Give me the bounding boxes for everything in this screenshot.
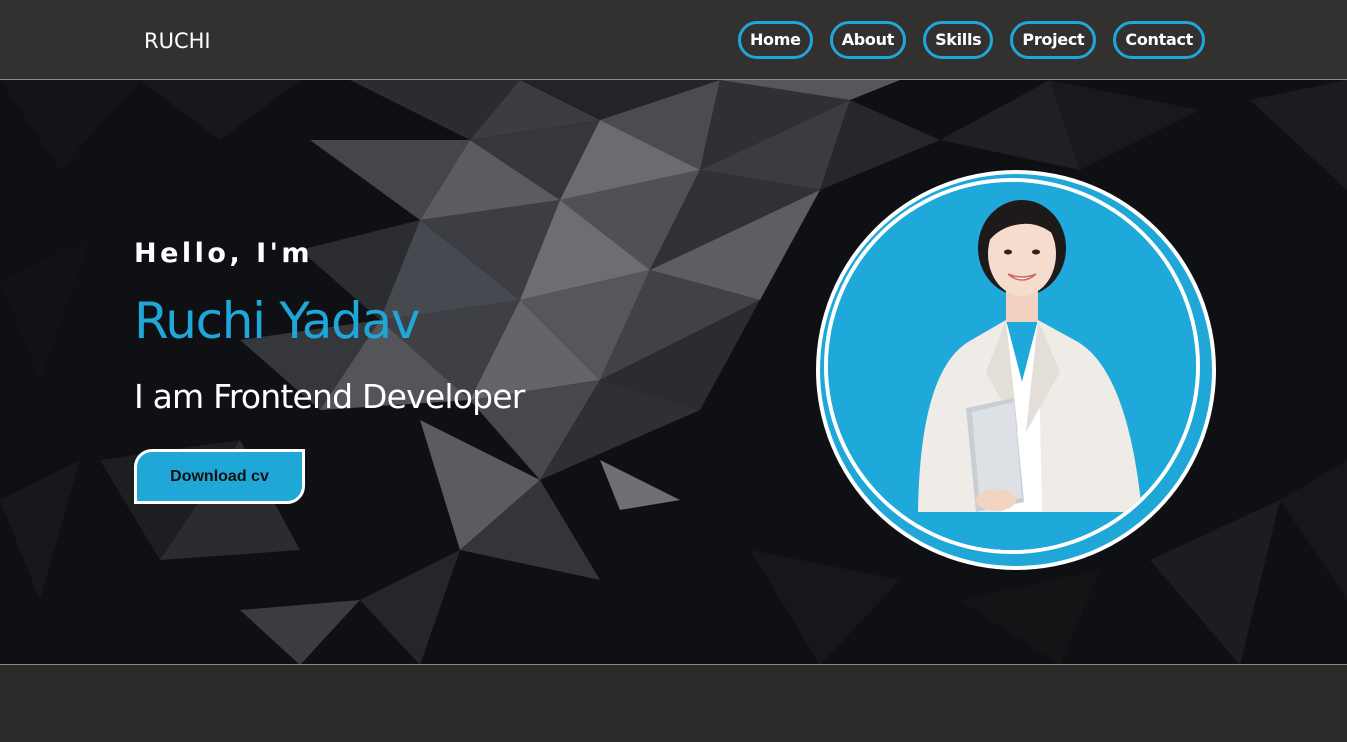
- hero-role: I am Frontend Developer: [134, 377, 525, 416]
- nav-link-contact[interactable]: Contact: [1113, 21, 1205, 59]
- hero-section: Hello, I'm Ruchi Yadav I am Frontend Dev…: [0, 80, 1347, 665]
- nav-item-home: Home: [737, 21, 813, 59]
- nav-item-contact: Contact: [1113, 21, 1205, 59]
- hero-greeting: Hello, I'm: [134, 238, 314, 269]
- nav-item-about: About: [829, 21, 907, 59]
- hero-name: Ruchi Yadav: [134, 292, 420, 350]
- nav-link-about[interactable]: About: [829, 21, 907, 59]
- navbar: RUCHI Home About Skills Project Contact: [0, 0, 1347, 80]
- page-bottom-area: [0, 665, 1347, 742]
- nav-links: Home About Skills Project Contact: [737, 21, 1205, 59]
- nav-link-skills[interactable]: Skills: [923, 21, 994, 59]
- profile-photo: [828, 182, 1196, 550]
- profile-picture-frame: [816, 170, 1216, 570]
- brand-logo[interactable]: RUCHI: [144, 28, 211, 54]
- nav-item-project: Project: [1010, 21, 1097, 59]
- download-cv-button[interactable]: Download cv: [134, 449, 305, 504]
- person-illustration: [828, 182, 1196, 550]
- nav-link-project[interactable]: Project: [1010, 21, 1097, 59]
- nav-link-home[interactable]: Home: [737, 21, 813, 59]
- nav-item-skills: Skills: [923, 21, 994, 59]
